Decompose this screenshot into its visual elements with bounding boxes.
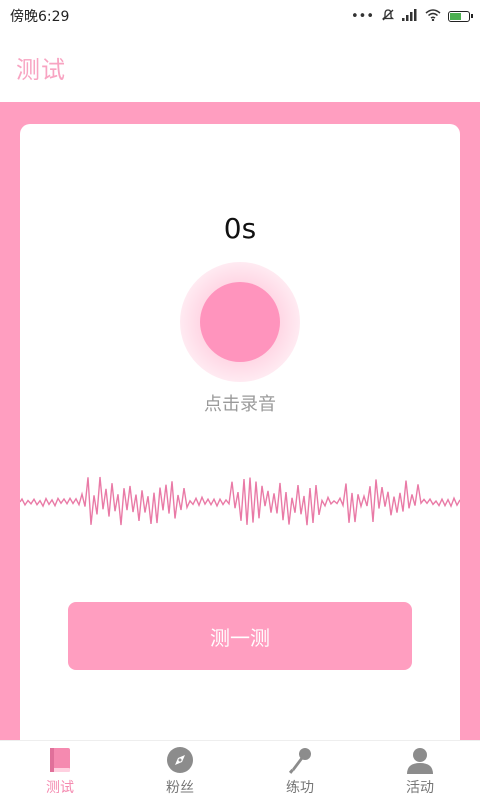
bottom-tab-bar: 测试 粉丝 练功 活动 [0,740,480,801]
recorder-card: 0s 点击录音 测一测 [20,124,460,740]
tab-events[interactable]: 活动 [360,741,480,801]
user-icon [407,748,433,774]
tab-label: 测试 [46,780,74,796]
app-header: 测试 [0,32,480,102]
status-bar: 傍晚6:29 ••• [0,0,480,32]
content-background: 0s 点击录音 测一测 [0,102,480,740]
status-icons: ••• [350,8,473,25]
waveform-line [20,476,460,526]
compass-icon [167,747,193,773]
test-button[interactable]: 测一测 [68,602,412,670]
tab-label: 活动 [406,780,434,796]
record-hint: 点击录音 [204,394,276,415]
page-title: 测试 [16,55,66,84]
microphone-icon [288,748,311,774]
record-circle-icon [200,282,280,362]
status-time: 傍晚6:29 [10,9,70,25]
battery-charging-icon [448,10,473,22]
record-button[interactable] [180,262,300,382]
tab-label: 练功 [286,780,314,796]
tab-test[interactable]: 测试 [0,741,120,801]
more-dots-icon: ••• [350,8,374,24]
mute-icon [381,8,395,25]
wifi-icon [425,8,441,24]
tab-fans[interactable]: 粉丝 [120,741,240,801]
signal-icon [402,8,418,24]
book-icon [50,748,70,772]
audio-waveform [20,476,460,526]
battery-level [450,12,461,20]
tab-practice[interactable]: 练功 [240,741,360,801]
tab-label: 粉丝 [166,780,194,796]
recording-timer: 0s [223,212,257,245]
